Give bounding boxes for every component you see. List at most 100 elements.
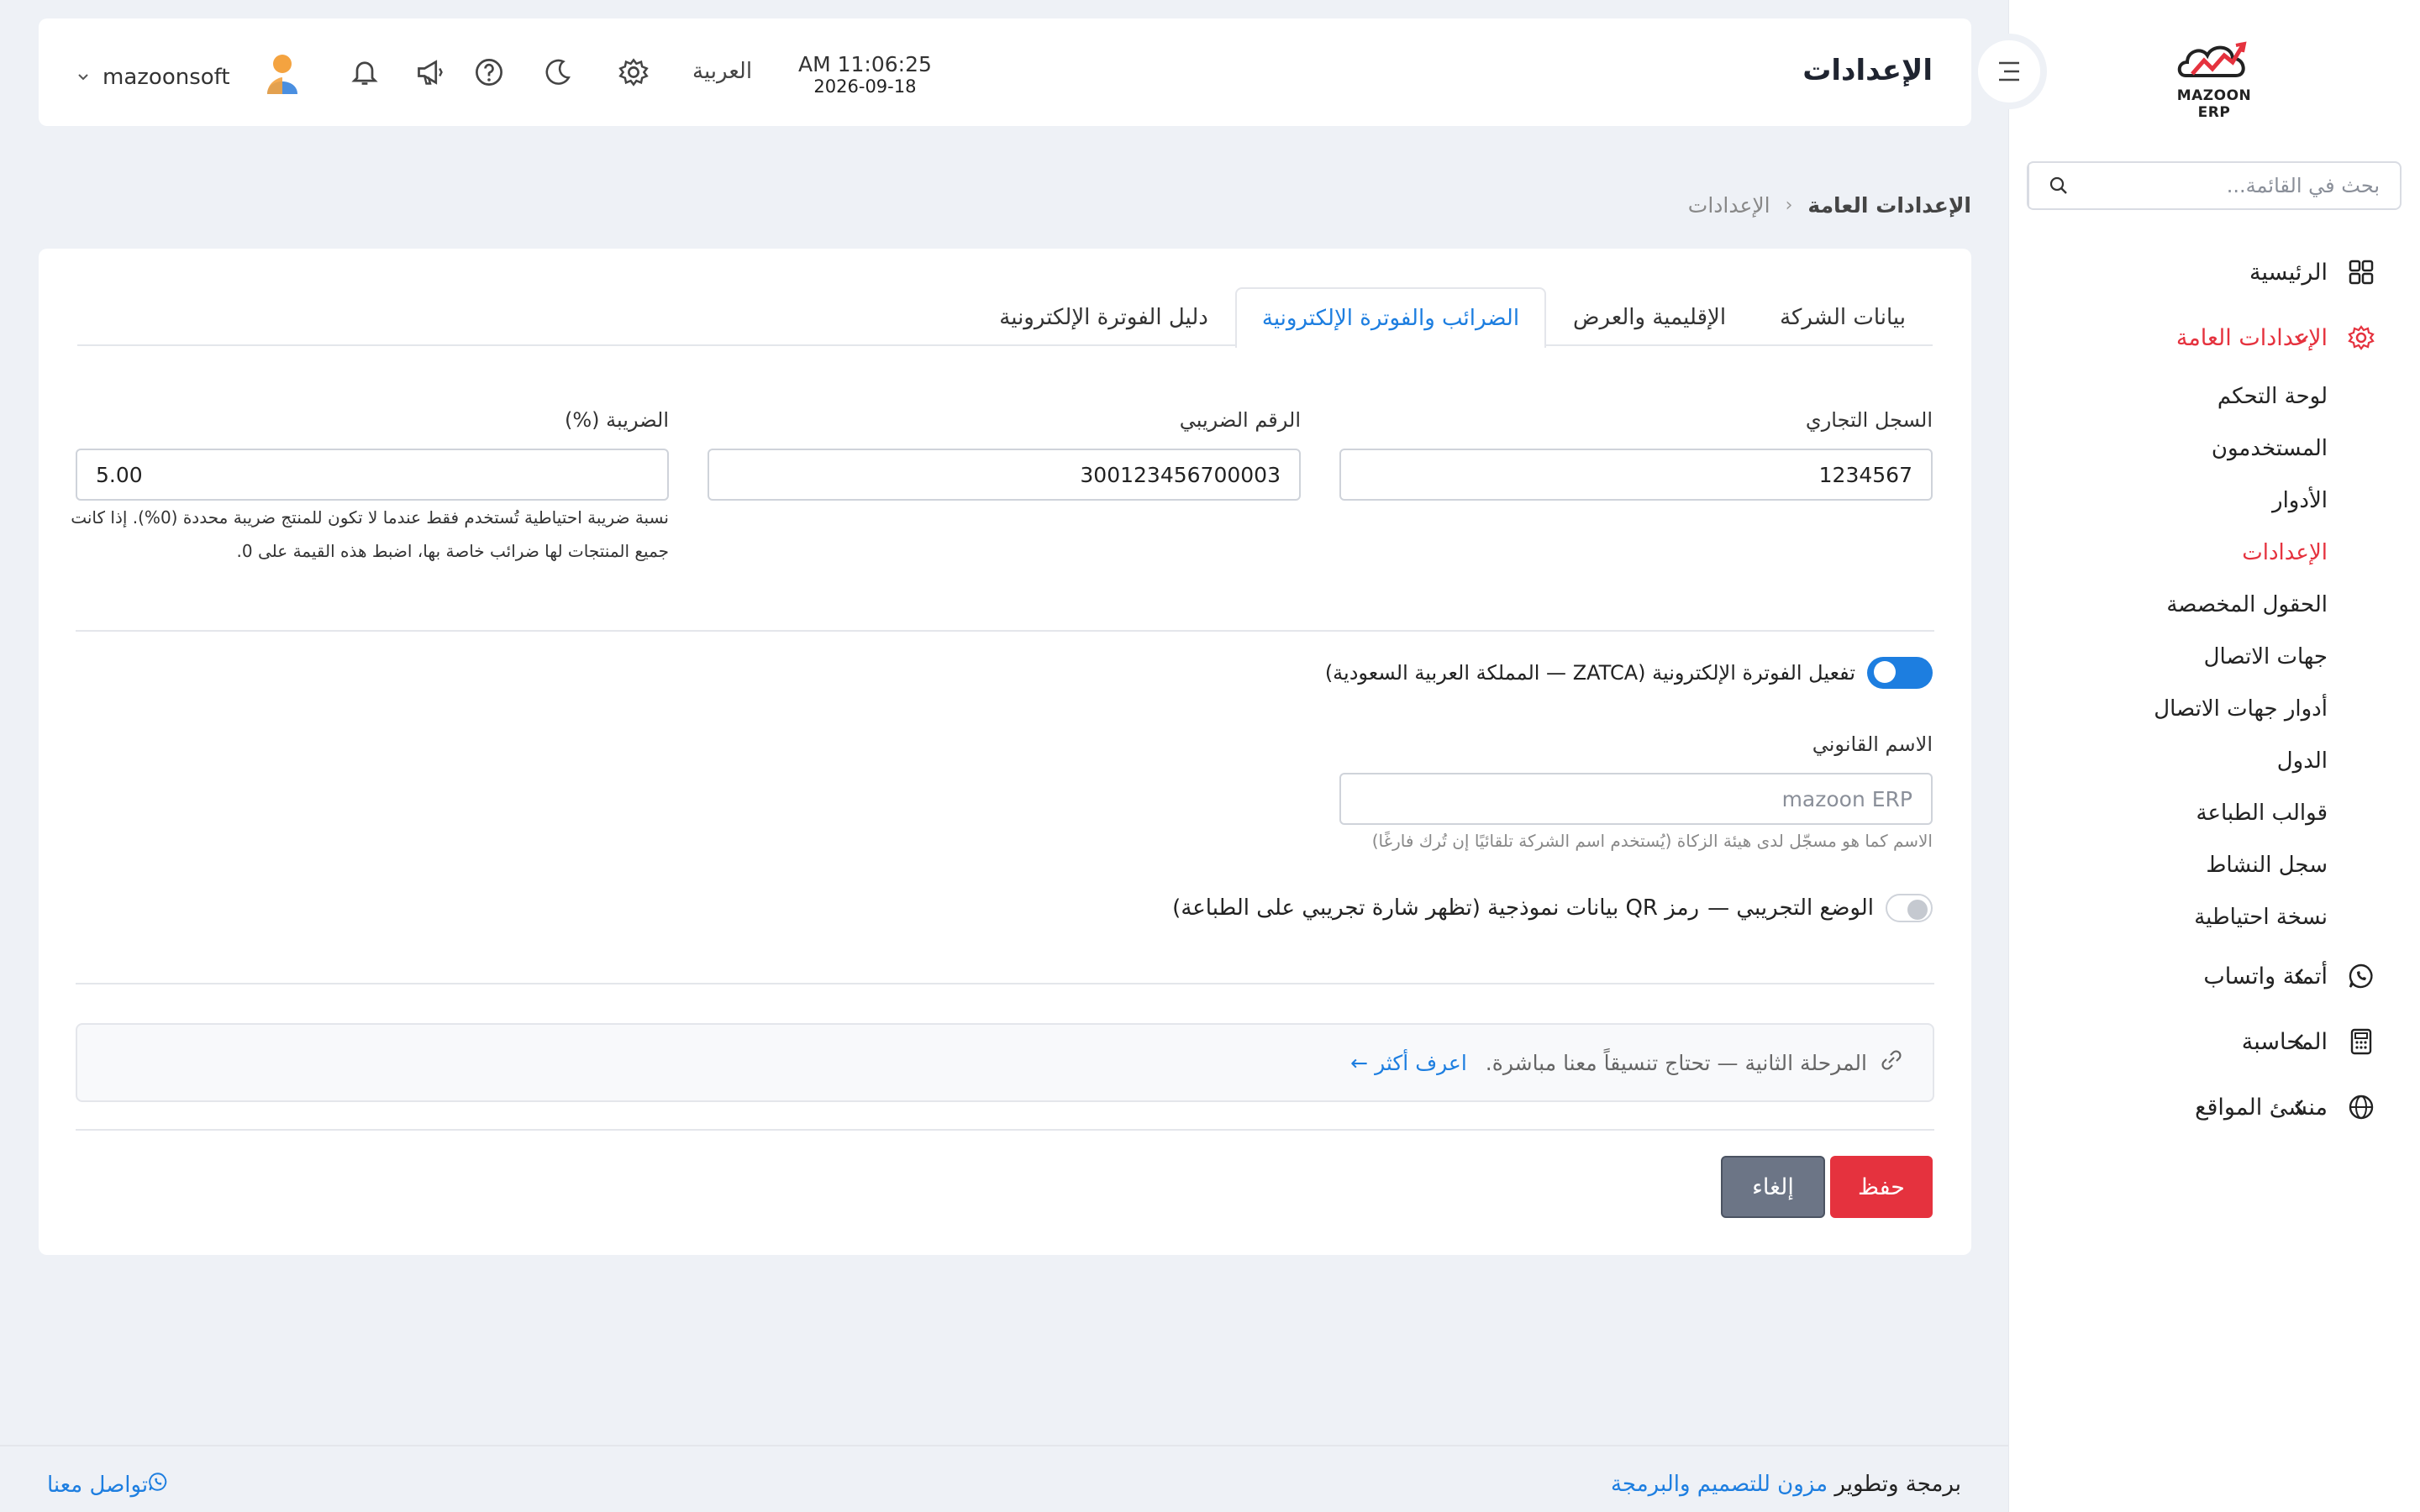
- sidebar-item-general-settings[interactable]: الإعدادات العامة: [2008, 305, 2420, 370]
- whatsapp-icon: [148, 1472, 168, 1498]
- phase-two-text: المرحلة الثانية — تحتاج تنسيقاً معنا مبا…: [1485, 1050, 1867, 1075]
- sidebar-item-home[interactable]: الرئيسية: [2008, 239, 2420, 305]
- moon-icon[interactable]: [541, 55, 575, 89]
- search-icon[interactable]: [2028, 163, 2087, 208]
- sidebar-item-accounting[interactable]: المحاسبة: [2008, 1009, 2420, 1074]
- save-button[interactable]: حفظ: [1830, 1156, 1933, 1218]
- toggle-knob: [1907, 900, 1928, 920]
- clock-date: 2026-09-18: [813, 76, 917, 97]
- username: mazoonsoft: [103, 64, 230, 90]
- whatsapp-icon: [2346, 961, 2376, 991]
- gear-icon: [2346, 323, 2376, 353]
- zatca-toggle[interactable]: [1867, 657, 1933, 689]
- sidebar-subitem-roles[interactable]: الأدوار: [2008, 475, 2328, 527]
- sidebar-search-input[interactable]: [2087, 163, 2400, 208]
- sandbox-toggle[interactable]: [1886, 894, 1933, 922]
- toggle-knob: [1874, 661, 1896, 683]
- tax-rate-label: الضريبة (%): [565, 408, 669, 432]
- sidebar-subitem-contacts[interactable]: جهات الاتصال: [2008, 631, 2328, 683]
- sidebar-item-label: المحاسبة: [2241, 1028, 2328, 1055]
- contact-us-link[interactable]: تواصل معنا: [47, 1472, 178, 1498]
- footer-brand-link[interactable]: مزون للتصميم والبرمجة: [1611, 1472, 1828, 1497]
- bell-icon[interactable]: [348, 55, 381, 89]
- avatar: [264, 52, 301, 102]
- zatca-toggle-label: تفعيل الفوترة الإلكترونية (ZATCA — الممل…: [1324, 661, 1855, 685]
- chevron-down-icon[interactable]: [2294, 325, 2309, 350]
- sidebar-item-whatsapp[interactable]: أتمتة واتساب: [2008, 943, 2420, 1009]
- page-title: الإعدادات: [1802, 54, 1933, 87]
- sidebar-submenu: لوحة التحكم المستخدمون الأدوار الإعدادات…: [2008, 370, 2420, 943]
- sidebar-subitem-print-templates[interactable]: قوالب الطباعة: [2008, 787, 2328, 839]
- globe-icon: [2346, 1092, 2376, 1122]
- chevron-left-icon[interactable]: [2294, 963, 2304, 989]
- sidebar-subitem-countries[interactable]: الدول: [2008, 735, 2328, 787]
- sandbox-toggle-label-prefix: الوضع التجريبي —: [1707, 895, 1874, 921]
- grid-icon: [2346, 257, 2376, 287]
- breadcrumb-current: الإعدادات: [1687, 193, 1770, 218]
- tax-rate-help-line-2: جميع المنتجات لها ضرائب خاصة بها، اضبط ه…: [236, 541, 669, 561]
- sidebar-subitem-users[interactable]: المستخدمون: [2008, 423, 2328, 475]
- sidebar-search: [2027, 161, 2402, 210]
- user-menu[interactable]: mazoonsoft: [77, 52, 301, 102]
- footer-credit-prefix: برمجة وتطوير: [1834, 1472, 1961, 1497]
- section-divider: [76, 983, 1934, 984]
- calculator-icon: [2346, 1026, 2376, 1057]
- tax-number-label: الرقم الضريبي: [1179, 408, 1301, 432]
- chevron-left-icon[interactable]: [2294, 1029, 2304, 1054]
- tax-rate-help: نسبة ضريبة احتياطية تُستخدم فقط عندما لا…: [64, 501, 669, 568]
- commercial-register-label: السجل التجاري: [1805, 408, 1933, 432]
- megaphone-icon[interactable]: [413, 55, 447, 89]
- cancel-button[interactable]: إلغاء: [1721, 1156, 1825, 1218]
- tax-number-input[interactable]: [708, 449, 1301, 501]
- tax-rate-help-line-1: نسبة ضريبة احتياطية تُستخدم فقط عندما لا…: [71, 507, 669, 528]
- sidebar-item-site-builder[interactable]: منشئ المواقع: [2008, 1074, 2420, 1140]
- learn-more-link[interactable]: اعرف أكثر ←: [1350, 1051, 1467, 1075]
- sidebar-subitem-backup[interactable]: نسخة احتياطية: [2008, 891, 2328, 943]
- sidebar-item-label: الرئيسية: [2249, 259, 2328, 286]
- contact-us-label: تواصل معنا: [47, 1472, 149, 1498]
- chevron-left-icon[interactable]: [2294, 1095, 2304, 1120]
- gear-icon[interactable]: [617, 55, 650, 89]
- sandbox-toggle-row: الوضع التجريبي — رمز QR بيانات نموذجية (…: [1172, 894, 1933, 922]
- sidebar-subitem-contact-roles[interactable]: أدوار جهات الاتصال: [2008, 683, 2328, 735]
- link-icon: [1881, 1049, 1902, 1077]
- sidebar-nav: الرئيسية الإعدادات العامة لوحة التحكم ال…: [2008, 239, 2420, 1140]
- clock-time: AM 11:06:25: [798, 52, 932, 76]
- footer: برمجة وتطوير مزون للتصميم والبرمجة تواصل…: [0, 1445, 2008, 1512]
- tab-einvoicing-guide[interactable]: دليل الفوترة الإلكترونية: [972, 287, 1235, 346]
- legal-name-input[interactable]: [1339, 773, 1933, 825]
- tab-company-data[interactable]: بيانات الشركة: [1753, 287, 1933, 346]
- section-divider: [76, 1129, 1934, 1131]
- tab-regional-display[interactable]: الإقليمية والعرض: [1546, 287, 1753, 346]
- help-icon[interactable]: [472, 55, 506, 89]
- sidebar-subitem-custom-fields[interactable]: الحقول المخصصة: [2008, 579, 2328, 631]
- phase-two-info: المرحلة الثانية — تحتاج تنسيقاً معنا مبا…: [76, 1023, 1934, 1102]
- sidebar-subitem-activity-log[interactable]: سجل النشاط: [2008, 839, 2328, 891]
- sidebar-item-label: منشئ المواقع: [2195, 1094, 2328, 1121]
- language-switcher[interactable]: العربية: [692, 59, 752, 84]
- footer-credit: برمجة وتطوير مزون للتصميم والبرمجة: [1611, 1472, 1961, 1497]
- commercial-register-input[interactable]: [1339, 449, 1933, 501]
- tax-rate-input[interactable]: [76, 449, 669, 501]
- logo-text: MAZOON ERP: [2176, 87, 2252, 121]
- breadcrumb-parent[interactable]: الإعدادات العامة: [1807, 193, 1971, 218]
- brand-logo[interactable]: MAZOON ERP: [2160, 37, 2269, 121]
- sidebar-subitem-settings[interactable]: الإعدادات: [2008, 527, 2328, 579]
- menu-toggle-button[interactable]: [1971, 34, 2047, 109]
- breadcrumb-separator: ‹: [1785, 195, 1793, 216]
- legal-name-help: الاسم كما هو مسجّل لدى هيئة الزكاة (يُست…: [1371, 831, 1933, 851]
- section-divider: [76, 630, 1934, 632]
- zatca-toggle-row: تفعيل الفوترة الإلكترونية (ZATCA — الممل…: [1325, 657, 1933, 689]
- hamburger-icon: [1999, 61, 2019, 81]
- sandbox-toggle-label: رمز QR بيانات نموذجية (تظهر شارة تجريبي …: [1172, 895, 1700, 921]
- sidebar-subitem-dashboard[interactable]: لوحة التحكم: [2008, 370, 2328, 423]
- sidebar: MAZOON ERP الرئيسية الإعدادات العامة لوح…: [2008, 0, 2420, 1512]
- tab-taxes-einvoicing[interactable]: الضرائب والفوترة الإلكترونية: [1234, 287, 1547, 348]
- chevron-down-icon: [77, 68, 89, 86]
- clock: AM 11:06:25 2026-09-18: [798, 52, 932, 97]
- logo-icon: [2177, 41, 2247, 77]
- sidebar-item-label: أتمتة واتساب: [2203, 963, 2328, 990]
- settings-tabs: بيانات الشركة الإقليمية والعرض الضرائب و…: [77, 287, 1933, 348]
- top-header: الإعدادات AM 11:06:25 2026-09-18 العربية…: [39, 18, 1971, 126]
- breadcrumb: الإعدادات العامة ‹ الإعدادات: [1688, 193, 1971, 218]
